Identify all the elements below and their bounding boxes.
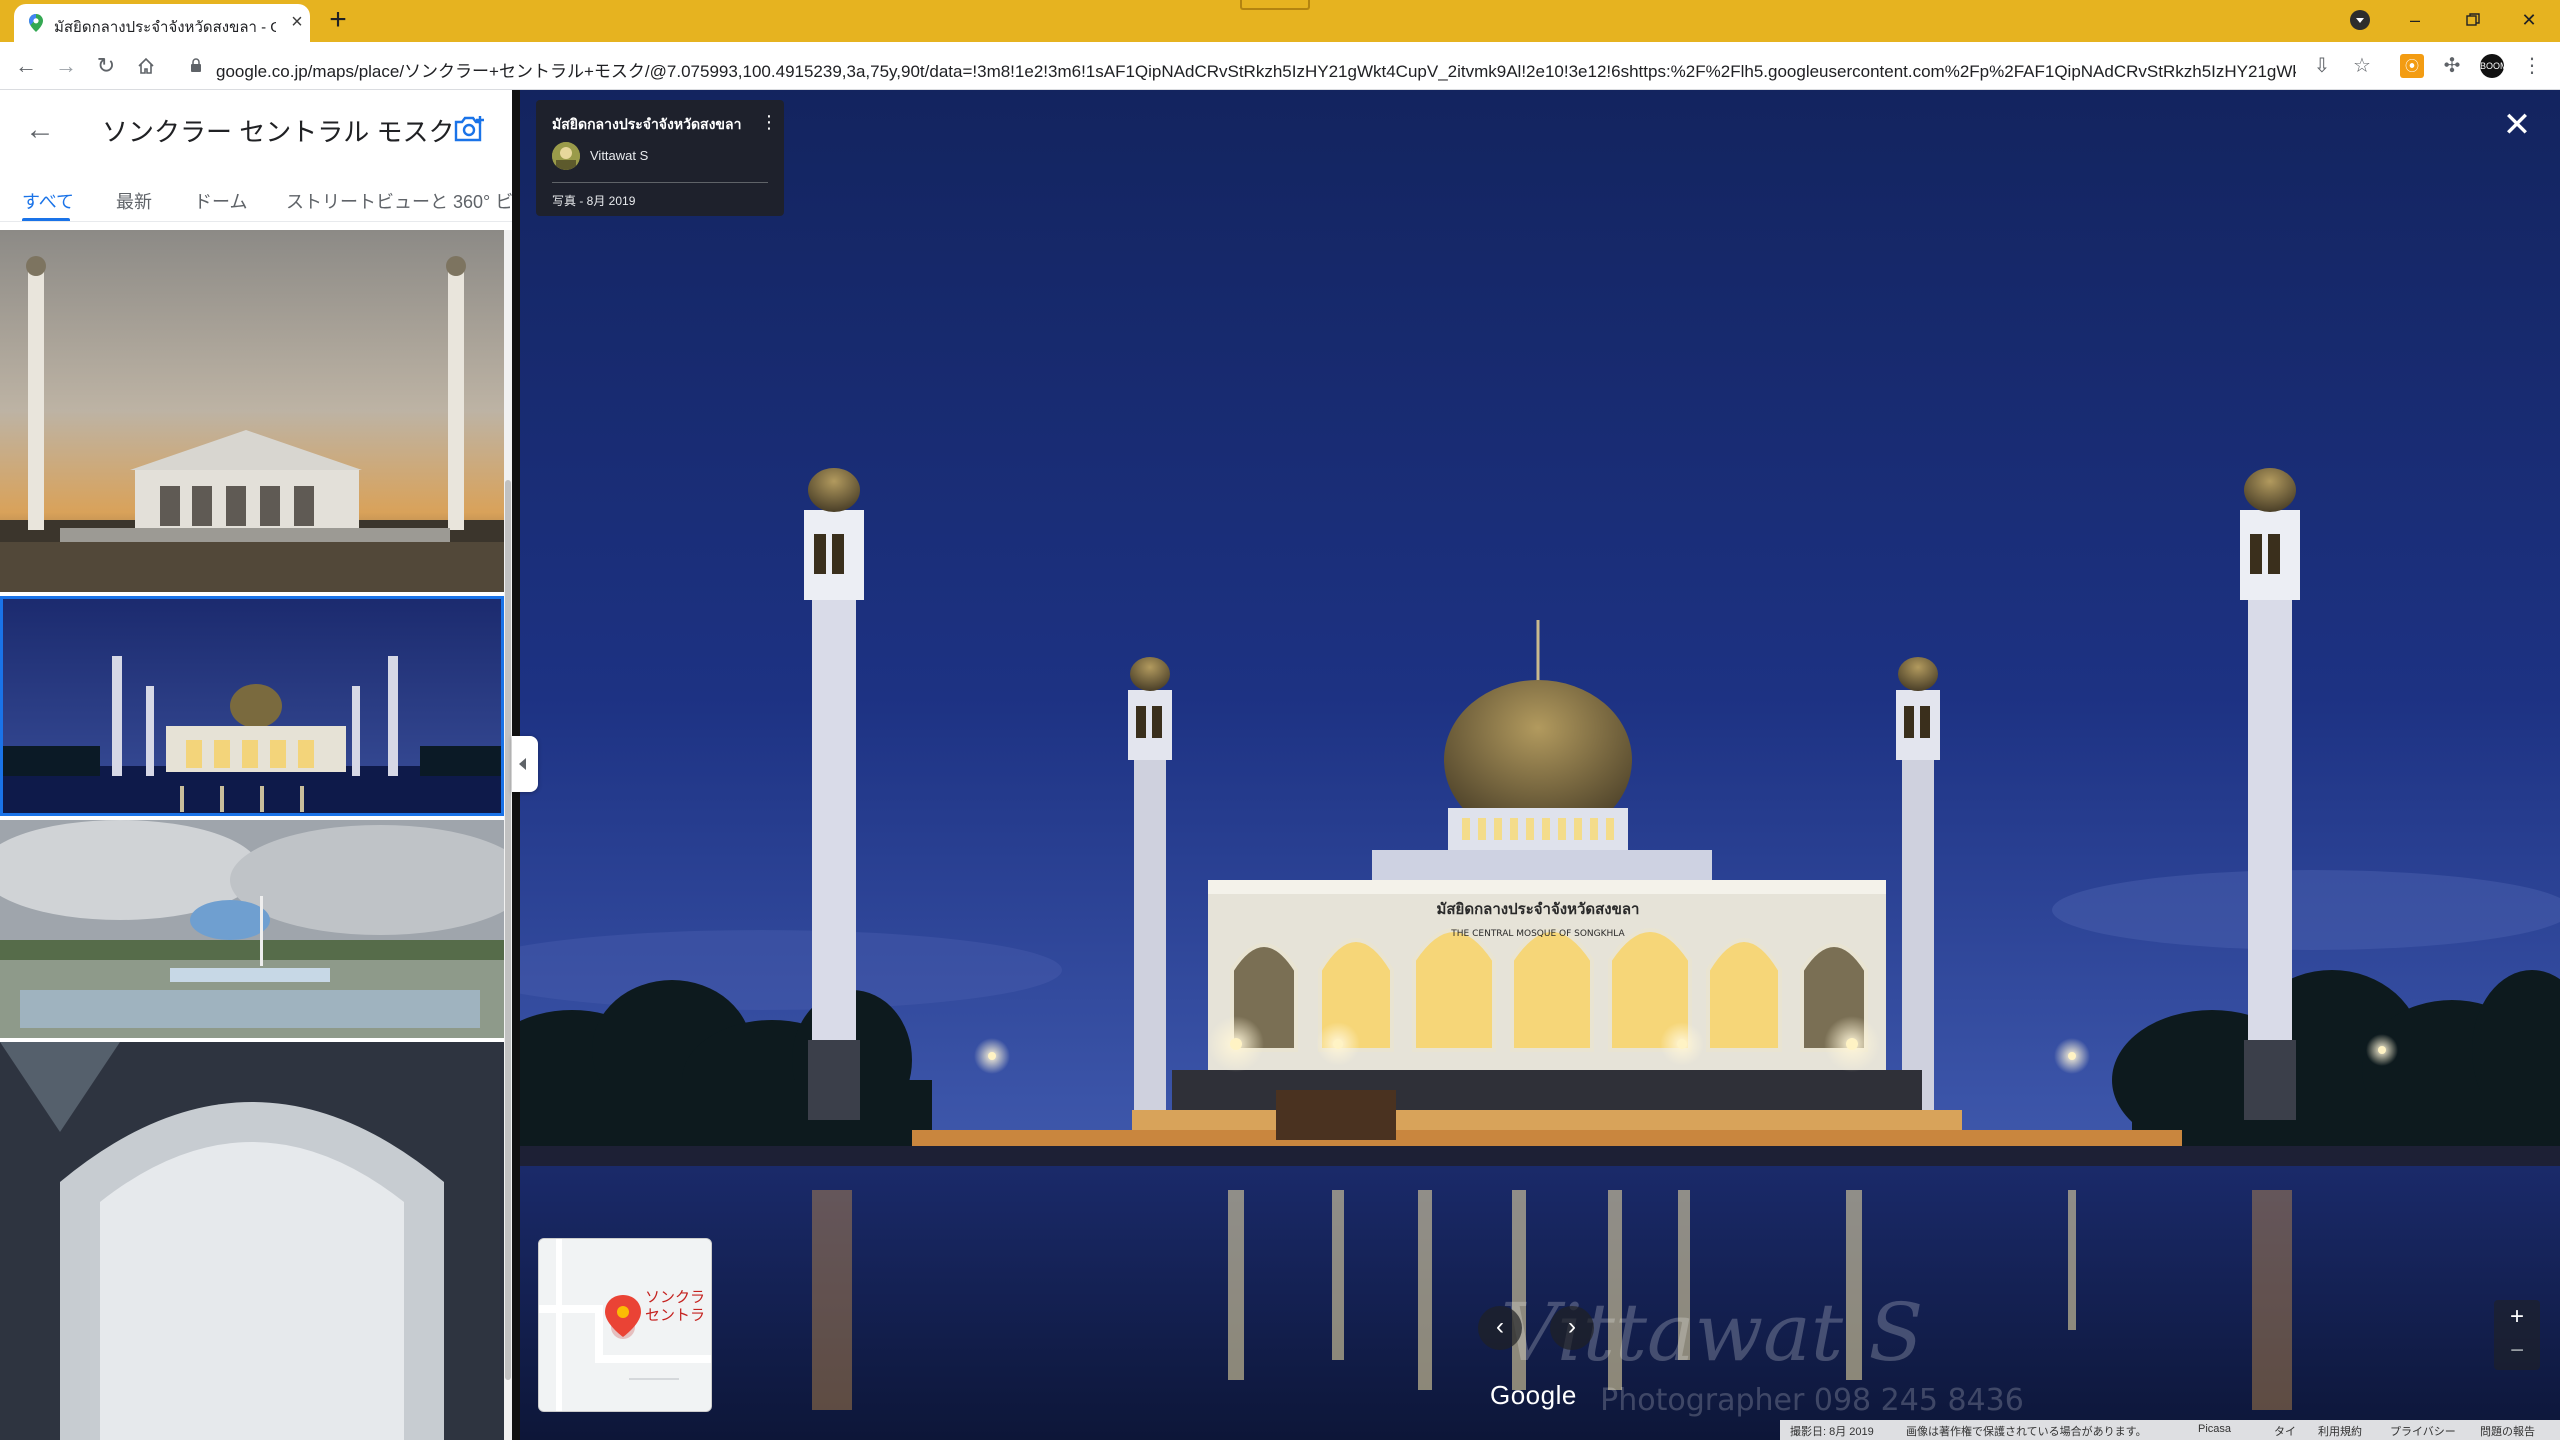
tab-dome[interactable]: ドーム <box>194 188 247 214</box>
install-app-icon[interactable]: ⇩ <box>2310 54 2334 78</box>
privacy-link[interactable]: プライバシー <box>2390 1423 2456 1439</box>
tab-all[interactable]: すべて <box>22 188 74 214</box>
url-text: google.co.jp/maps/place/ソンクラー+セントラル+モスク/… <box>216 62 2296 81</box>
mosque-sign-thai: มัสยิดกลางประจำจังหวัดสงขลา <box>1437 900 1640 918</box>
minaret-right-tall <box>2240 468 2300 1120</box>
tab-close-icon[interactable]: × <box>286 11 308 33</box>
photo-viewer[interactable]: มัสยิดกลางประจำจังหวัดสงขลา THE CENTRAL … <box>512 90 2560 1440</box>
browser-menu-icon[interactable]: ⋮ <box>2520 54 2544 78</box>
watermark-subtitle: Photographer 098 245 8436 <box>1600 1383 2024 1418</box>
photo-date: 写真 - 8月 2019 <box>552 194 636 208</box>
restore-icon[interactable] <box>2450 4 2496 36</box>
photo-gallery <box>0 230 504 1440</box>
minimap-label: ソンクラ セントラ <box>645 1289 706 1324</box>
minaret-right-short <box>1896 657 1940 1130</box>
active-tab-indicator <box>22 218 70 221</box>
minaret-left-tall <box>804 468 864 1120</box>
add-photo-icon[interactable] <box>452 114 486 144</box>
browser-tab-bar: มัสยิดกลางประจำจังหวัดสงขลา - Goo × + – … <box>0 0 2560 42</box>
panel-header: ← ソンクラー セントラル モスク <box>0 90 512 170</box>
report-problem-link[interactable]: 問題の報告 <box>2480 1423 2535 1439</box>
copyright-notice: 画像は著作権で保護されている場合があります。 <box>1906 1426 2147 1438</box>
photo-category-tabs: すべて 最新 ドーム ストリートビューと 360° ビ <box>0 176 512 222</box>
tab-latest[interactable]: 最新 <box>116 188 152 214</box>
reload-icon[interactable]: ↻ <box>90 50 122 82</box>
zoom-control: + − <box>2494 1300 2540 1370</box>
photo-title[interactable]: มัสยิดกลางประจำจังหวัดสงขลา <box>552 114 752 136</box>
profile-avatar[interactable]: BOOM <box>2480 54 2508 78</box>
home-icon[interactable] <box>130 50 162 82</box>
bookmark-star-icon[interactable]: ☆ <box>2350 54 2374 78</box>
rss-extension-icon[interactable]: ⦿ <box>2400 54 2424 78</box>
window-drag-handle[interactable] <box>1240 0 1310 10</box>
panel-scrollbar[interactable] <box>504 230 512 1440</box>
browser-tab[interactable]: มัสยิดกลางประจำจังหวัดสงขลา - Goo × <box>14 4 310 42</box>
author-avatar[interactable] <box>552 142 580 170</box>
photo-thumbnail[interactable] <box>0 820 504 1038</box>
zoom-out-icon[interactable]: − <box>2494 1334 2540 1368</box>
minaret-left-short <box>1128 657 1172 1130</box>
photo-side-panel: ← ソンクラー セントラル モスク すべて 最新 ドーム ストリートビューと 3… <box>0 90 512 1440</box>
forward-icon[interactable]: → <box>50 50 82 82</box>
new-tab-icon[interactable]: + <box>322 5 354 37</box>
photo-info-card: มัสยิดกลางประจำจังหวัดสงขลา ⋮ Vittawat S… <box>536 100 784 216</box>
minimize-icon[interactable]: – <box>2392 4 2438 36</box>
picasa-link[interactable]: Picasa <box>2198 1423 2231 1435</box>
card-divider <box>552 182 768 183</box>
back-arrow-icon[interactable]: ← <box>22 112 58 148</box>
terms-link[interactable]: 利用規約 <box>2318 1423 2362 1439</box>
extensions-puzzle-icon[interactable]: ✣ <box>2440 54 2464 78</box>
close-viewer-icon[interactable]: ✕ <box>2500 108 2534 142</box>
mosque-night-photo: มัสยิดกลางประจำจังหวัดสงขลา THE CENTRAL … <box>512 90 2560 1440</box>
tab-street-view-360[interactable]: ストリートビューと 360° ビ <box>286 188 512 214</box>
place-title: ソンクラー セントラル モスク <box>102 117 455 147</box>
google-logo: Google <box>1490 1380 1577 1410</box>
collapse-panel-button[interactable] <box>512 736 538 792</box>
address-bar[interactable]: google.co.jp/maps/place/ソンクラー+セントラル+モスク/… <box>172 48 2352 84</box>
back-icon[interactable]: ← <box>10 50 42 82</box>
photo-thumbnail[interactable] <box>0 1042 504 1440</box>
capture-date: 撮影日: 8月 2019 <box>1790 1426 1874 1438</box>
author-name[interactable]: Vittawat S <box>590 148 648 163</box>
lock-icon <box>191 58 201 72</box>
tab-search-icon[interactable] <box>2350 10 2370 30</box>
photo-thumbnail[interactable] <box>0 230 504 592</box>
browser-toolbar: ← → ↻ google.co.jp/maps/place/ソンクラー+セントラ… <box>0 42 2560 90</box>
country-label: タイ <box>2274 1426 2296 1438</box>
close-window-icon[interactable]: ✕ <box>2506 4 2552 36</box>
previous-photo-button[interactable]: ‹ <box>1478 1306 1522 1350</box>
more-options-icon[interactable]: ⋮ <box>760 112 778 134</box>
next-photo-button[interactable]: › <box>1550 1306 1594 1350</box>
maps-pin-icon <box>29 14 43 32</box>
photo-thumbnail-selected[interactable] <box>0 596 504 816</box>
tab-title: มัสยิดกลางประจำจังหวัดสงขลา - Goo <box>54 19 276 36</box>
mosque-sign-english: THE CENTRAL MOSQUE OF SONGKHLA <box>1450 929 1625 939</box>
zoom-in-icon[interactable]: + <box>2494 1300 2540 1334</box>
mini-map[interactable]: ソンクラ セントラ <box>538 1238 712 1412</box>
map-footer: 撮影日: 8月 2019 画像は著作権で保護されている場合があります。 Pica… <box>1780 1420 2560 1440</box>
